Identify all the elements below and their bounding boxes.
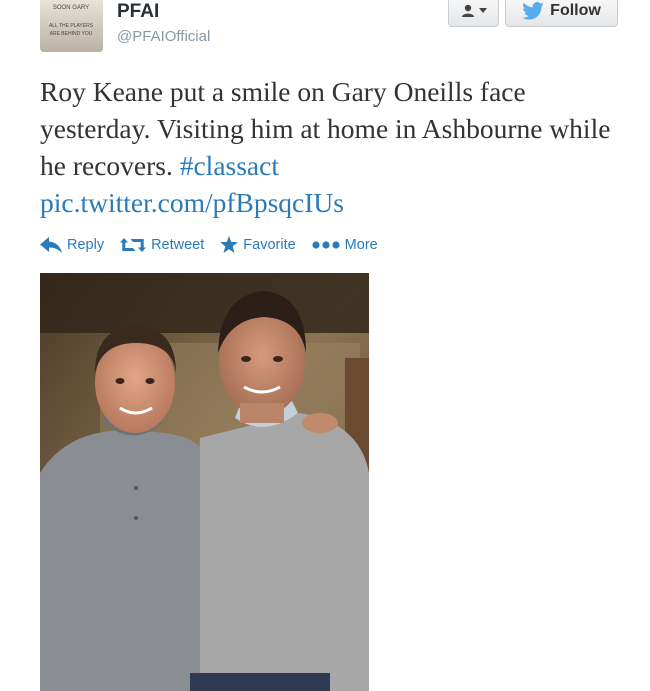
more-button[interactable]: More (312, 237, 378, 253)
reply-label: Reply (67, 236, 105, 253)
user-dropdown-icon (462, 4, 474, 17)
avatar-text-1: SOON GARY (53, 5, 89, 11)
user-actions-button[interactable] (448, 0, 499, 27)
tweet-actions: Reply Retweet Favorite More (40, 236, 378, 253)
chevron-down-icon (479, 7, 487, 13)
avatar[interactable]: SOON GARY ALL THE PLAYERS ARE BEHIND YOU (40, 0, 103, 52)
author-name[interactable]: PFAI (117, 0, 159, 24)
star-icon (220, 236, 239, 253)
tweet-photo[interactable] (40, 273, 369, 691)
favorite-label: Favorite (243, 236, 296, 253)
avatar-text-2: ALL THE PLAYERS (49, 23, 94, 29)
reply-icon (40, 236, 62, 253)
follow-label: Follow (550, 1, 601, 19)
photo-image (40, 273, 369, 691)
more-label: More (344, 236, 378, 253)
tweet-text: Roy Keane put a smile on Gary Oneills fa… (40, 73, 630, 221)
avatar-image: SOON GARY ALL THE PLAYERS ARE BEHIND YOU (40, 0, 103, 52)
avatar-text-3: ARE BEHIND YOU (50, 31, 93, 37)
reply-button[interactable]: Reply (40, 236, 105, 253)
pic-link[interactable]: pic.twitter.com/pfBpsqcIUs (40, 184, 630, 221)
more-dots-icon (312, 240, 340, 249)
twitter-bird-icon (522, 1, 544, 20)
retweet-icon (120, 237, 147, 252)
retweet-button[interactable]: Retweet (120, 237, 204, 253)
tweet-body: Roy Keane put a smile on Gary Oneills fa… (40, 76, 611, 181)
author-handle[interactable]: @PFAIOfficial (117, 28, 210, 45)
follow-button[interactable]: Follow (505, 0, 618, 27)
hashtag-link[interactable]: #classact (180, 150, 279, 181)
favorite-button[interactable]: Favorite (220, 236, 296, 253)
retweet-label: Retweet (151, 236, 205, 253)
